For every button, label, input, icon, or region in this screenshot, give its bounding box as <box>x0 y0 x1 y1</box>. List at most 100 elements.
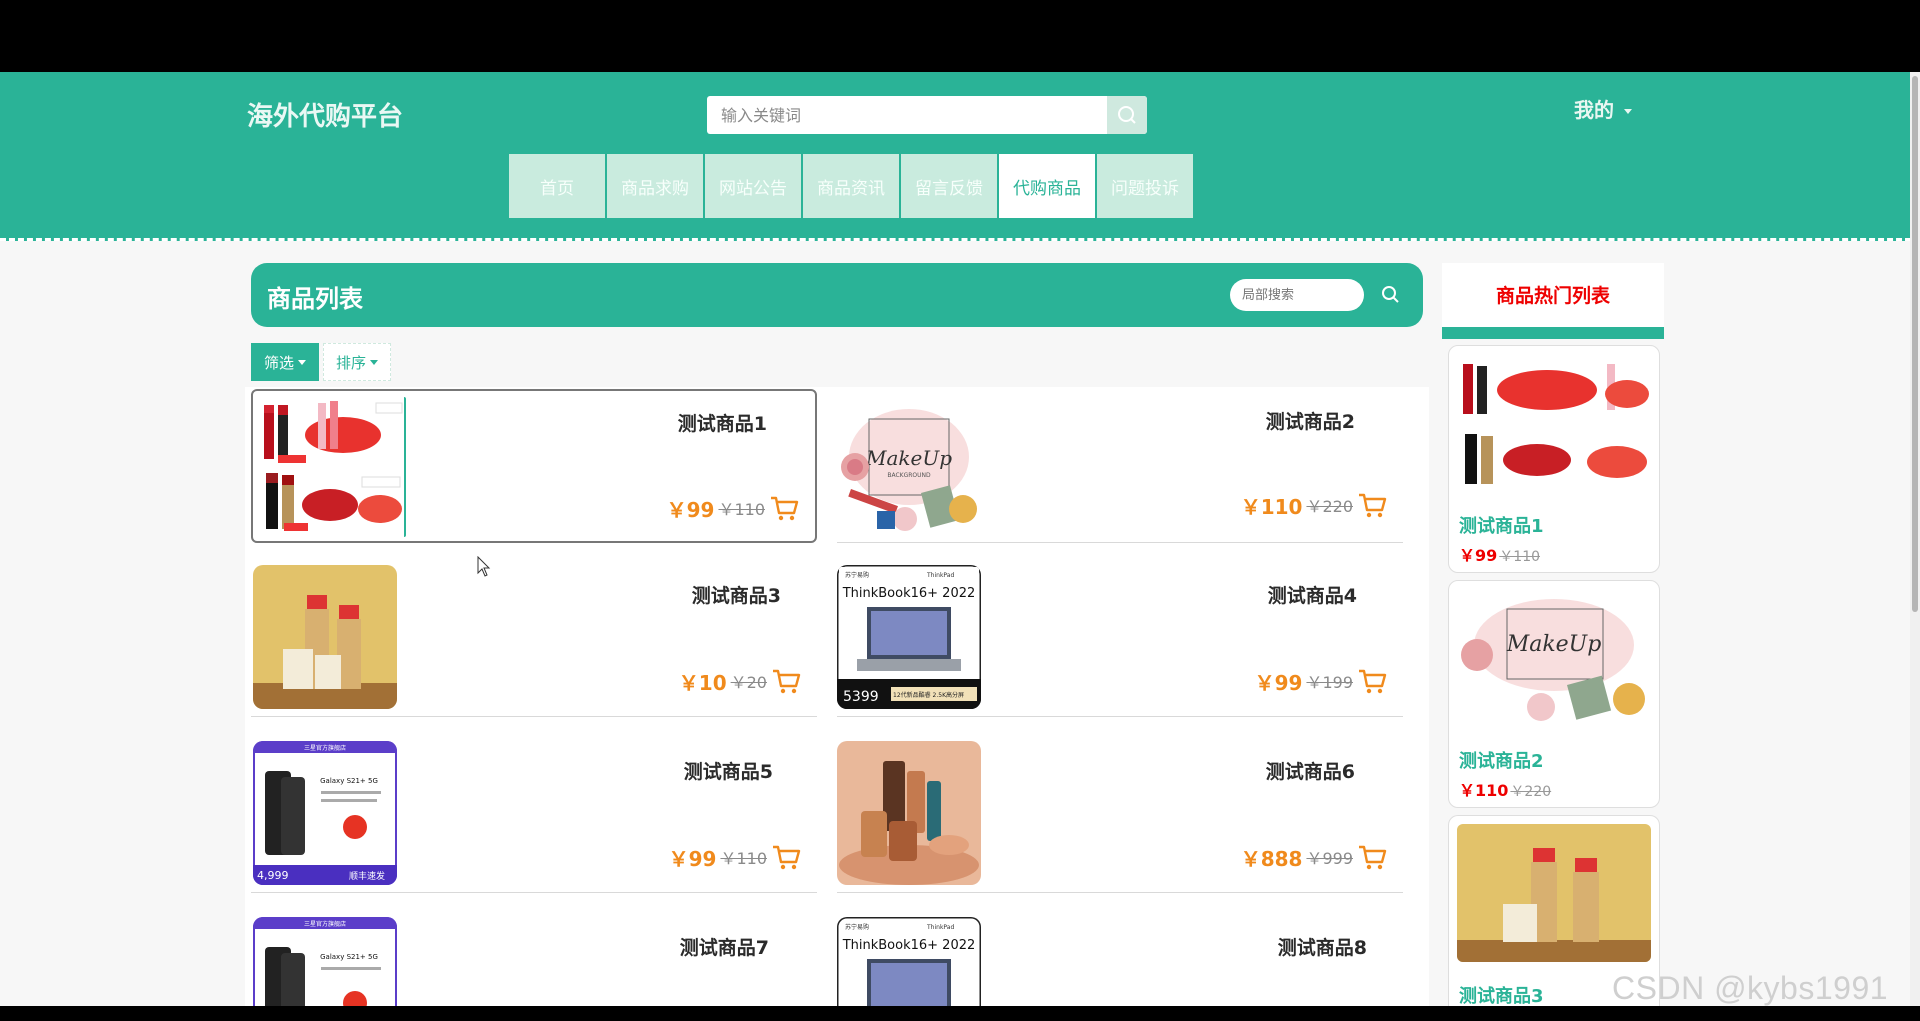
hot-product-name[interactable]: 测试商品2 <box>1459 747 1544 773</box>
original-price: ￥110 <box>720 849 767 868</box>
hot-product-price-row: ￥99 ￥110 <box>1459 542 1540 566</box>
page: 海外代购平台 我的 首页 商品求购 网站公告 商品资讯 留言反馈 代购商品 问题… <box>0 72 1920 1006</box>
product-card[interactable]: 苏宁易购 ThinkPad ThinkBook16+ 2022 5399 12代… <box>837 563 1403 717</box>
price-row: ￥99 ￥110 <box>669 842 801 872</box>
lipstick-lips-image <box>1457 354 1651 492</box>
makeup-background-image: MakeUp <box>1457 589 1651 727</box>
product-price: ￥10 <box>678 670 727 695</box>
laptop-model-text: ThinkBook16+ 2022 <box>842 586 976 601</box>
cart-icon[interactable] <box>1357 490 1387 520</box>
original-price: ￥220 <box>1306 497 1353 516</box>
price-row: ￥99 ￥199 <box>1255 666 1387 696</box>
product-name[interactable]: 测试商品4 <box>1268 581 1357 608</box>
product-name[interactable]: 测试商品3 <box>692 581 781 608</box>
product-card[interactable]: 三星官方旗舰店 Galaxy S21+ 5G 4,999 顺丰速发 测试商品5 … <box>251 739 817 893</box>
makeup-background-image: MakeUp BACKGROUND <box>837 397 981 541</box>
site-logo[interactable]: 海外代购平台 <box>247 96 403 133</box>
hot-product-price: ￥110 <box>1459 781 1509 800</box>
original-price: ￥20 <box>730 673 767 692</box>
cart-icon[interactable] <box>1357 842 1387 872</box>
galaxy-phone-image: 三星官方旗舰店 Galaxy S21+ 5G 4,999 顺丰速发 <box>253 741 397 885</box>
search-button[interactable] <box>1107 96 1147 134</box>
chevron-down-icon <box>298 359 306 365</box>
thinkbook-laptop-image: 苏宁易购 ThinkPad ThinkBook16+ 2022 5399 12代… <box>837 565 981 709</box>
product-name[interactable]: 测试商品5 <box>684 757 773 784</box>
product-price: ￥888 <box>1240 846 1303 871</box>
cart-icon[interactable] <box>771 666 801 696</box>
store-banner-text: 三星官方旗舰店 <box>304 920 346 928</box>
nav-news[interactable]: 商品资讯 <box>803 154 899 218</box>
product-card[interactable]: 测试商品3 ￥10 ￥20 <box>251 563 817 717</box>
cart-icon[interactable] <box>771 842 801 872</box>
price-row: ￥110 ￥220 <box>1241 490 1387 520</box>
product-name[interactable]: 测试商品1 <box>678 409 767 436</box>
original-price: ￥110 <box>718 500 765 519</box>
search-input[interactable] <box>707 96 1107 134</box>
product-card[interactable]: 三星官方旗舰店 Galaxy S21+ 5G 测试商品7 <box>251 915 817 1006</box>
hot-product-price: ￥99 <box>1459 546 1498 565</box>
user-menu[interactable]: 我的 <box>1574 94 1632 123</box>
scrollbar-thumb[interactable] <box>1912 76 1918 612</box>
makeup-title: MakeUp <box>865 446 952 470</box>
shipping-text: 顺丰速发 <box>349 870 385 882</box>
mouse-cursor-icon <box>477 556 491 577</box>
brand-left-text: 苏宁易购 <box>845 571 869 579</box>
phone-price-text: 4,999 <box>257 869 289 882</box>
product-card[interactable]: 测试商品1 ￥99 ￥110 <box>251 389 817 543</box>
hot-product-card[interactable]: 测试商品1 ￥99 ￥110 <box>1448 345 1660 573</box>
nav-feedback[interactable]: 留言反馈 <box>901 154 997 218</box>
thinkbook-laptop-image: 苏宁易购 ThinkPad ThinkBook16+ 2022 <box>837 917 981 1006</box>
laptop-model-text: ThinkBook16+ 2022 <box>842 938 976 953</box>
price-row: ￥99 ￥110 <box>667 493 799 523</box>
filter-label: 筛选 <box>263 353 294 372</box>
makeup-title: MakeUp <box>1506 632 1602 657</box>
product-price: ￥99 <box>666 497 715 522</box>
product-price: ￥99 <box>668 846 717 871</box>
cart-icon[interactable] <box>1357 666 1387 696</box>
browser-bottom-bar <box>0 1006 1920 1021</box>
hot-product-name[interactable]: 测试商品3 <box>1459 982 1544 1006</box>
product-name[interactable]: 测试商品8 <box>1278 933 1367 960</box>
user-menu-label: 我的 <box>1574 98 1614 122</box>
global-search <box>707 96 1147 134</box>
original-price: ￥999 <box>1306 849 1353 868</box>
brand-right-text: ThinkPad <box>926 924 954 931</box>
cart-icon[interactable] <box>769 493 799 523</box>
search-icon[interactable] <box>1379 283 1403 307</box>
hot-product-orig-price: ￥110 <box>1499 549 1541 565</box>
cosmetics-bottles-image <box>837 741 981 885</box>
nav-home[interactable]: 首页 <box>509 154 605 218</box>
product-price: ￥99 <box>1254 670 1303 695</box>
lipstick-lips-image <box>258 397 406 537</box>
hot-product-name[interactable]: 测试商品1 <box>1459 512 1544 538</box>
ysl-lipstick-image <box>1457 824 1651 962</box>
nav-announcements[interactable]: 网站公告 <box>705 154 801 218</box>
main-nav: 首页 商品求购 网站公告 商品资讯 留言反馈 代购商品 问题投诉 <box>509 154 1193 218</box>
price-row: ￥10 ￥20 <box>679 666 801 696</box>
brand-left-text: 苏宁易购 <box>845 923 869 931</box>
brand-right-text: ThinkPad <box>926 572 954 579</box>
hot-product-card[interactable]: MakeUp 测试商品2 ￥110 ￥220 <box>1448 580 1660 808</box>
phone-model-text: Galaxy S21+ 5G <box>320 953 378 961</box>
product-name[interactable]: 测试商品2 <box>1266 407 1355 434</box>
sort-button[interactable]: 排序 <box>323 343 391 381</box>
chevron-down-icon <box>1624 109 1632 114</box>
original-price: ￥199 <box>1306 673 1353 692</box>
nav-purchase-request[interactable]: 商品求购 <box>607 154 703 218</box>
nav-products[interactable]: 代购商品 <box>999 154 1095 218</box>
product-name[interactable]: 测试商品7 <box>680 933 769 960</box>
search-icon <box>1118 106 1136 124</box>
local-search-input[interactable] <box>1230 279 1364 311</box>
nav-complaints[interactable]: 问题投诉 <box>1097 154 1193 218</box>
product-card[interactable]: MakeUp BACKGROUND 测试商品2 ￥110 ￥220 <box>837 387 1403 543</box>
product-card[interactable]: 苏宁易购 ThinkPad ThinkBook16+ 2022 测试商品8 <box>837 915 1403 1006</box>
makeup-subtitle: BACKGROUND <box>887 472 931 479</box>
product-card[interactable]: 测试商品6 ￥888 ￥999 <box>837 739 1403 893</box>
ysl-lipstick-image <box>253 565 397 709</box>
watermark-text: CSDN @kybs1991 <box>1612 970 1889 1006</box>
browser-top-bar <box>0 0 1920 72</box>
product-grid: 测试商品1 ￥99 ￥110 MakeUp BACKGROUND 测试商品2 ￥… <box>245 387 1429 1006</box>
galaxy-phone-image: 三星官方旗舰店 Galaxy S21+ 5G <box>253 917 397 1006</box>
product-name[interactable]: 测试商品6 <box>1266 757 1355 784</box>
filter-button[interactable]: 筛选 <box>251 343 319 381</box>
